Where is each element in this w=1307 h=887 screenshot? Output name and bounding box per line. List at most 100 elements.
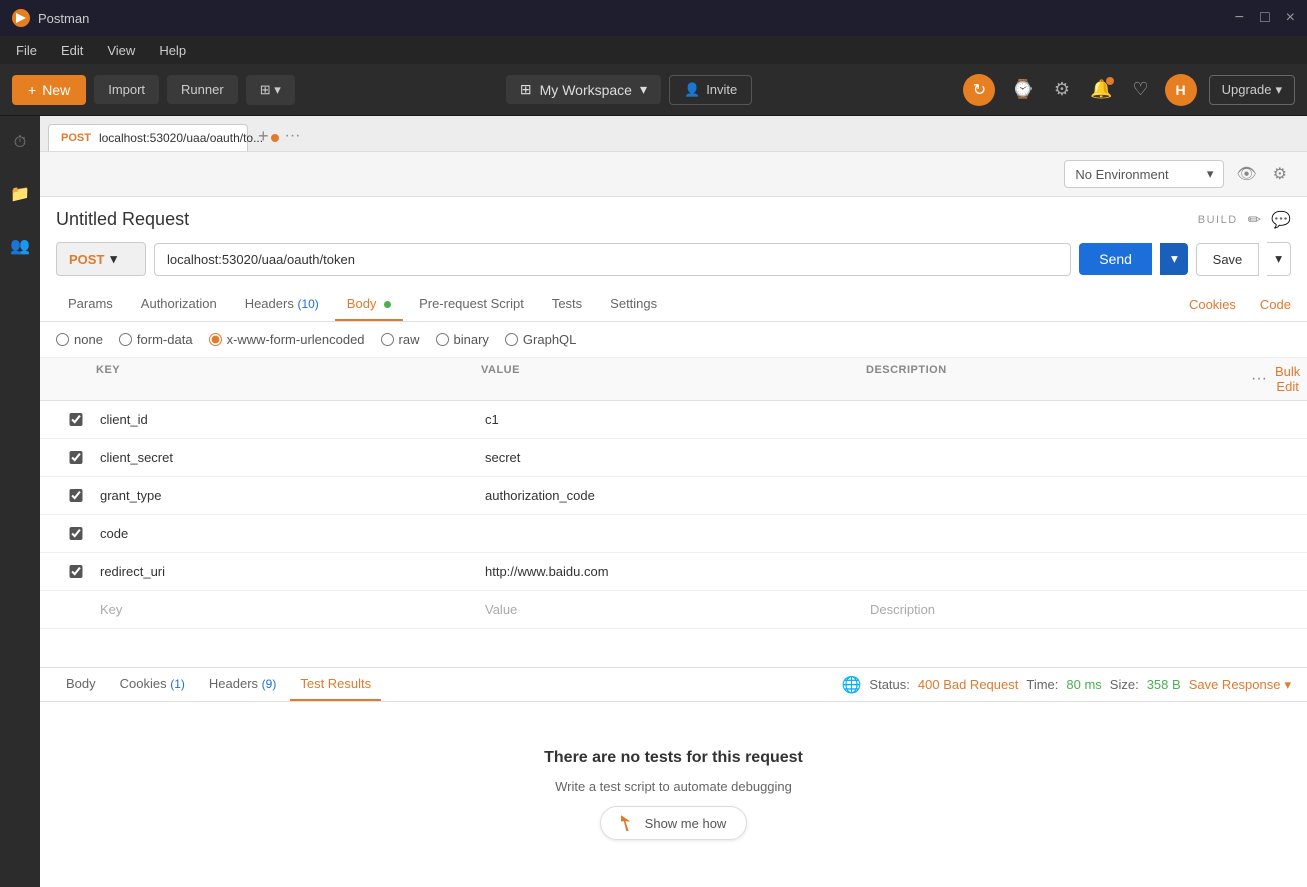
table-row: client_secret secret [40,439,1307,477]
row3-description [866,488,1251,504]
show-how-label: Show me how [645,816,727,831]
upgrade-button[interactable]: Upgrade ▾ [1209,75,1295,105]
row5-key: redirect_uri [96,556,481,587]
table-row: redirect_uri http://www.baidu.com [40,553,1307,591]
url-bar: POST ▾ Send ▾ Save ▾ [40,230,1307,288]
body-type-binary[interactable]: binary [436,332,489,347]
sync-button[interactable]: ↻ [963,74,995,106]
sidebar-history-icon[interactable]: ⏱ [8,128,32,158]
body-type-url-encoded[interactable]: x-www-form-urlencoded [209,332,365,347]
request-area: Untitled Request BUILD ✏ 💬 POST ▾ Send ▾… [40,197,1307,887]
resp-tab-test-results[interactable]: Test Results [290,668,381,701]
time-value: 80 ms [1066,677,1101,692]
heart-button[interactable]: ♡ [1128,75,1152,104]
save-dropdown-button[interactable]: ▾ [1267,242,1291,276]
app-icon [12,9,30,27]
invite-label: Invite [706,82,737,97]
avatar-button[interactable]: H [1165,74,1197,106]
show-how-button[interactable]: Show me how [600,806,748,840]
cursor-icon [621,815,637,831]
send-button[interactable]: Send [1079,243,1152,275]
user-plus-icon: 👤 [684,82,700,98]
row5-value: http://www.baidu.com [481,556,866,587]
tab-settings[interactable]: Settings [598,288,669,321]
bulk-edit-button[interactable]: Bulk Edit [1275,364,1300,394]
row3-value: authorization_code [481,480,866,511]
row1-checkbox[interactable] [56,413,96,426]
app-title: Postman [38,11,89,26]
env-chevron-icon: ▾ [1207,166,1214,182]
tab-authorization[interactable]: Authorization [129,288,229,321]
empty-state: There are no tests for this request Writ… [40,702,1307,887]
send-dropdown-button[interactable]: ▾ [1160,243,1188,275]
menu-file[interactable]: File [12,41,41,60]
row1-description [866,412,1251,428]
row4-value [481,526,866,542]
tab-body[interactable]: Body [335,288,403,321]
resp-tab-body[interactable]: Body [56,668,106,701]
tab-params[interactable]: Params [56,288,125,321]
layout-button[interactable]: ⊞ ▾ [246,75,295,105]
body-type-none[interactable]: none [56,332,103,347]
sidebar-team-icon[interactable]: 👥 [4,230,36,262]
save-response-button[interactable]: Save Response ▾ [1189,677,1291,693]
code-link[interactable]: Code [1260,297,1291,312]
comment-icon[interactable]: 💬 [1271,210,1291,230]
new-button[interactable]: + New [12,75,86,105]
table-row-empty: Key Value Description [40,591,1307,629]
row3-checkbox[interactable] [56,489,96,502]
settings-button[interactable]: ⚙ [1050,75,1074,104]
row4-key: code [96,518,481,549]
invite-button[interactable]: 👤 Invite [669,75,752,105]
env-settings-button[interactable]: ⚙ [1269,160,1291,188]
workspace-button[interactable]: ⊞ My Workspace ▾ [506,75,661,104]
tab-pre-request[interactable]: Pre-request Script [407,288,536,321]
add-tab-button[interactable]: + [250,123,277,149]
save-button[interactable]: Save [1196,243,1260,276]
body-type-graphql[interactable]: GraphQL [505,332,576,347]
import-button[interactable]: Import [94,75,159,104]
minimize-button[interactable]: − [1235,9,1244,27]
row5-checkbox[interactable] [56,565,96,578]
env-bar: No Environment ▾ 👁 ⚙ [40,152,1307,197]
table-more-button[interactable]: ··· [1251,370,1267,388]
url-input[interactable] [154,243,1071,276]
menu-edit[interactable]: Edit [57,41,87,60]
body-types: none form-data x-www-form-urlencoded raw… [40,322,1307,358]
notifications-button[interactable]: 🔔 [1086,75,1116,104]
method-select[interactable]: POST ▾ [56,242,146,276]
menu-help[interactable]: Help [155,41,190,60]
close-button[interactable]: × [1286,9,1295,27]
plus-icon: + [28,82,36,98]
response-status-area: 🌐 Status: 400 Bad Request Time: 80 ms Si… [842,675,1292,695]
edit-icon[interactable]: ✏ [1248,210,1261,230]
maximize-button[interactable]: □ [1260,9,1270,27]
body-type-raw[interactable]: raw [381,332,420,347]
toolbar-center: ⊞ My Workspace ▾ 👤 Invite [303,75,956,105]
status-label: Status: [869,677,909,692]
env-eye-button[interactable]: 👁 [1232,160,1260,188]
body-type-form-data[interactable]: form-data [119,332,193,347]
sidebar-collections-icon[interactable]: 📁 [4,178,36,210]
history-button[interactable]: ⌚ [1007,75,1037,104]
tab-headers[interactable]: Headers (10) [233,288,331,321]
environment-select[interactable]: No Environment ▾ [1064,160,1224,188]
row4-checkbox[interactable] [56,527,96,540]
tab-tests[interactable]: Tests [540,288,594,321]
tab-method: POST [61,132,91,144]
empty-subtitle: Write a test script to automate debuggin… [555,779,792,794]
globe-icon[interactable]: 🌐 [842,675,862,695]
workspace-chevron-icon: ▾ [640,81,647,98]
table-row: grant_type authorization_code [40,477,1307,515]
cookies-link[interactable]: Cookies [1189,297,1236,312]
active-request-tab[interactable]: POST localhost:53020/uaa/oauth/to... [48,124,248,151]
resp-tab-cookies[interactable]: Cookies (1) [110,668,195,701]
menu-view[interactable]: View [103,41,139,60]
more-tabs-button[interactable]: ··· [279,123,307,149]
resp-tab-headers[interactable]: Headers (9) [199,668,286,701]
row2-value: secret [481,442,866,473]
row2-checkbox[interactable] [56,451,96,464]
body-active-dot [384,301,391,308]
status-value: 400 Bad Request [918,677,1018,692]
runner-button[interactable]: Runner [167,75,238,104]
